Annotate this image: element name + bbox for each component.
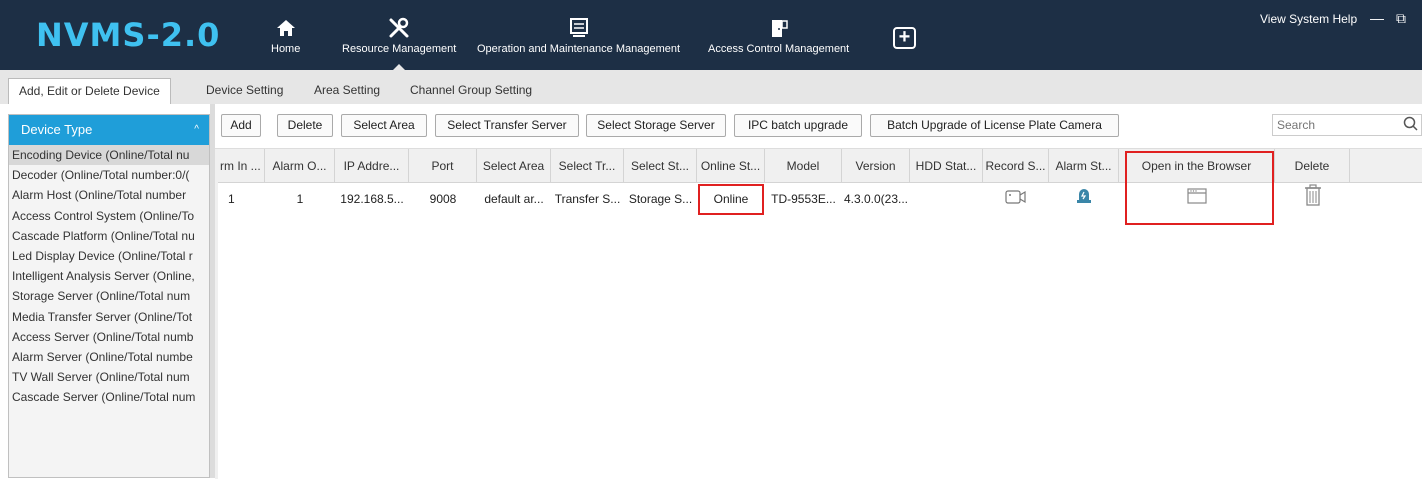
device-type-item-intelligent-analysis[interactable]: Intelligent Analysis Server (Online, xyxy=(9,266,209,286)
tab-bar: Add, Edit or Delete Device Device Settin… xyxy=(0,70,1422,104)
col-header-ip-address[interactable]: IP Addre... xyxy=(335,149,409,183)
device-type-item-tv-wall-server[interactable]: TV Wall Server (Online/Total num xyxy=(9,367,209,387)
nav-home[interactable]: Home xyxy=(271,0,300,70)
cell-delete xyxy=(1275,184,1350,214)
search-icon[interactable] xyxy=(1403,116,1419,135)
add-button[interactable]: Add xyxy=(221,114,261,137)
system-menu[interactable]: View System Help xyxy=(1260,12,1357,26)
col-header-hdd-status[interactable]: HDD Stat... xyxy=(910,149,983,183)
cell-storage-server[interactable]: Storage S... xyxy=(624,184,697,214)
cell-record-status xyxy=(983,184,1049,214)
top-bar: NVMS-2.0 Home Resource Management Operat… xyxy=(0,0,1422,70)
tab-device-setting[interactable]: Device Setting xyxy=(196,78,293,104)
device-type-item-cascade-server[interactable]: Cascade Server (Online/Total num xyxy=(9,387,209,407)
trash-icon[interactable] xyxy=(1304,184,1322,214)
monitor-icon xyxy=(569,17,588,39)
col-header-select-area[interactable]: Select Area xyxy=(477,149,551,183)
tools-icon xyxy=(388,17,410,39)
device-type-item-storage-server[interactable]: Storage Server (Online/Total num xyxy=(9,286,209,306)
device-type-panel: Device Type ^ Encoding Device (Online/To… xyxy=(8,114,210,478)
cell-version: 4.3.0.0(23... xyxy=(843,192,909,206)
col-header-port[interactable]: Port xyxy=(409,149,477,183)
col-header-select-storage[interactable]: Select St... xyxy=(624,149,697,183)
chevron-up-icon[interactable]: ^ xyxy=(194,115,199,145)
cell-alarm-in: 1 xyxy=(228,192,235,206)
cell-ip-address: 192.168.5... xyxy=(340,192,404,206)
restore-icon[interactable]: ⧉ xyxy=(1396,10,1406,27)
nav-resource-label: Resource Management xyxy=(342,43,457,55)
device-type-item-alarm-server[interactable]: Alarm Server (Online/Total numbe xyxy=(9,347,209,367)
camera-record-icon[interactable] xyxy=(1005,185,1027,214)
device-type-item-access-control[interactable]: Access Control System (Online/To xyxy=(9,206,209,226)
col-header-model[interactable]: Model xyxy=(765,149,842,183)
device-table: rm In ... Alarm O... IP Addre... Port Se… xyxy=(215,148,1422,479)
device-type-item-led-display[interactable]: Led Display Device (Online/Total r xyxy=(9,246,209,266)
col-header-online-status[interactable]: Online St... xyxy=(697,149,765,183)
cell-area[interactable]: default ar... xyxy=(477,184,551,214)
col-header-select-transfer[interactable]: Select Tr... xyxy=(551,149,624,183)
col-header-alarm-status[interactable]: Alarm St... xyxy=(1049,149,1119,183)
device-type-item-media-transfer[interactable]: Media Transfer Server (Online/Tot xyxy=(9,307,209,327)
col-header-version[interactable]: Version xyxy=(842,149,910,183)
cell-port: 9008 xyxy=(429,192,457,206)
alarm-siren-icon xyxy=(1075,185,1093,214)
select-area-button[interactable]: Select Area xyxy=(341,114,427,137)
col-header-record-status[interactable]: Record S... xyxy=(983,149,1049,183)
app-logo: NVMS-2.0 xyxy=(36,16,221,54)
cell-alarm-status xyxy=(1049,184,1119,214)
door-icon xyxy=(770,17,788,39)
nav-resource-management[interactable]: Resource Management xyxy=(342,0,456,70)
nav-operation-label: Operation and Maintenance Management xyxy=(477,43,681,55)
nav-access-label: Access Control Management xyxy=(708,43,850,55)
highlight-open-in-browser xyxy=(1125,151,1274,225)
device-type-title: Device Type xyxy=(21,122,93,137)
cell-hdd-status xyxy=(910,184,983,214)
nav-home-label: Home xyxy=(271,43,301,55)
col-header-filler xyxy=(1350,149,1422,183)
nav-access-control[interactable]: Access Control Management xyxy=(708,0,849,70)
device-type-item-access-server[interactable]: Access Server (Online/Total numb xyxy=(9,327,209,347)
nav-operation-maintenance[interactable]: Operation and Maintenance Management xyxy=(477,0,680,70)
delete-button[interactable]: Delete xyxy=(277,114,333,137)
col-header-alarm-out[interactable]: Alarm O... xyxy=(265,149,335,183)
col-header-alarm-in[interactable]: rm In ... xyxy=(218,149,265,183)
cell-model: TD-9553E... xyxy=(771,192,836,206)
cell-transfer-server[interactable]: Transfer S... xyxy=(551,184,624,214)
tab-add-edit-delete-device[interactable]: Add, Edit or Delete Device xyxy=(8,78,171,104)
select-storage-server-button[interactable]: Select Storage Server xyxy=(586,114,726,137)
device-type-header[interactable]: Device Type ^ xyxy=(9,115,209,145)
home-icon xyxy=(276,17,296,39)
device-type-item-encoding[interactable]: Encoding Device (Online/Total nu xyxy=(9,145,209,166)
device-type-item-decoder[interactable]: Decoder (Online/Total number:0/( xyxy=(9,165,209,185)
highlight-online-status xyxy=(698,184,764,215)
minimize-icon[interactable]: — xyxy=(1370,10,1384,26)
tab-area-setting[interactable]: Area Setting xyxy=(304,78,390,104)
search-input[interactable] xyxy=(1272,114,1422,136)
device-type-item-cascade-platform[interactable]: Cascade Platform (Online/Total nu xyxy=(9,226,209,246)
select-transfer-server-button[interactable]: Select Transfer Server xyxy=(435,114,579,137)
tab-channel-group-setting[interactable]: Channel Group Setting xyxy=(400,78,542,104)
device-type-item-alarm-host[interactable]: Alarm Host (Online/Total number xyxy=(9,185,209,205)
cell-alarm-out: 1 xyxy=(296,192,304,206)
col-header-delete[interactable]: Delete xyxy=(1275,149,1350,183)
ipc-batch-upgrade-button[interactable]: IPC batch upgrade xyxy=(734,114,862,137)
device-toolbar: Add Delete Select Area Select Transfer S… xyxy=(215,104,1422,146)
batch-upgrade-lpr-button[interactable]: Batch Upgrade of License Plate Camera xyxy=(870,114,1119,137)
add-module-button[interactable]: + xyxy=(893,27,916,49)
